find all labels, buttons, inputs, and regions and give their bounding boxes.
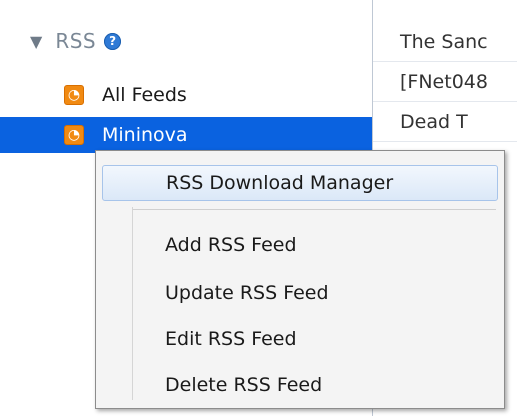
feed-item-label: All Feeds <box>102 84 187 106</box>
menu-separator <box>133 209 496 210</box>
menu-item-add-rss-feed[interactable]: Add RSS Feed <box>102 227 498 263</box>
rss-context-menu: RSS Download Manager Add RSS Feed Update… <box>95 150 505 409</box>
rss-feed-icon: ◔ <box>64 125 84 145</box>
feed-item-label: Mininova <box>102 124 188 146</box>
menu-item-delete-rss-feed[interactable]: Delete RSS Feed <box>102 367 498 403</box>
list-item[interactable]: The Sanc <box>373 22 517 62</box>
rss-feed-icon: ◔ <box>64 85 84 105</box>
menu-item-update-rss-feed[interactable]: Update RSS Feed <box>102 275 498 311</box>
rss-section-title: RSS <box>55 29 97 53</box>
rss-section-header[interactable]: ▼ RSS ? <box>30 26 122 56</box>
collapse-triangle-icon[interactable]: ▼ <box>30 32 42 51</box>
list-item[interactable]: [FNet048 <box>373 62 517 102</box>
list-item[interactable]: Dead T <box>373 102 517 142</box>
help-icon[interactable]: ? <box>104 32 122 50</box>
menu-item-edit-rss-feed[interactable]: Edit RSS Feed <box>102 321 498 357</box>
menu-item-rss-download-manager[interactable]: RSS Download Manager <box>102 165 498 201</box>
feed-item-mininova[interactable]: ◔ Mininova <box>0 117 372 153</box>
feed-item-all-feeds[interactable]: ◔ All Feeds <box>0 77 372 113</box>
